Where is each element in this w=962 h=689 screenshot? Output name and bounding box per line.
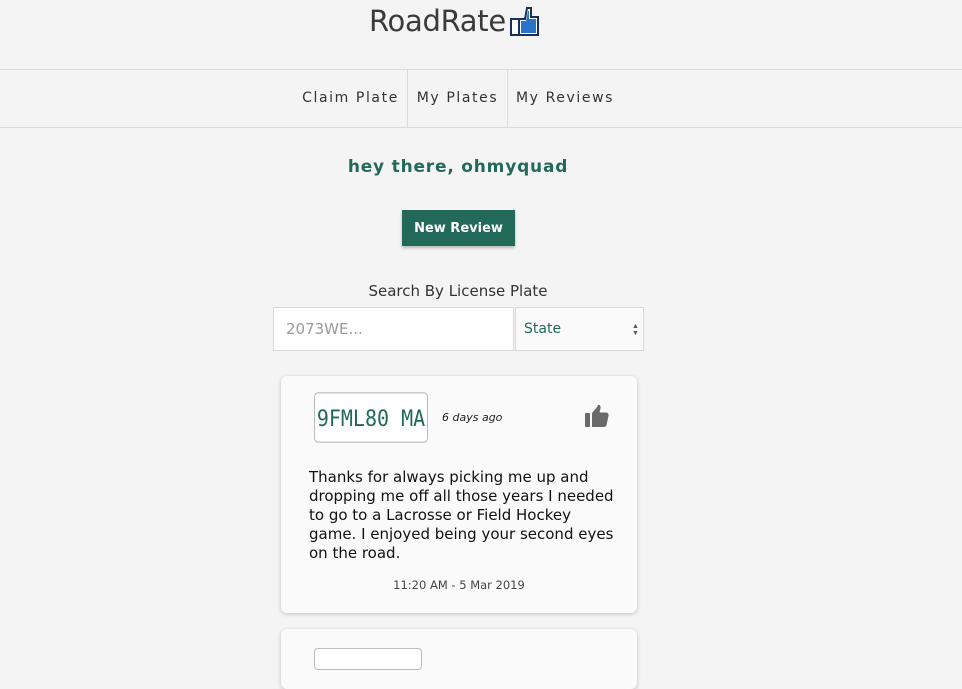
- review-text: Thanks for always picking me up and drop…: [309, 468, 614, 562]
- logo[interactable]: RoadRate: [369, 4, 541, 38]
- search-label: Search By License Plate: [368, 282, 548, 300]
- greeting-text: hey there, ohmyquad: [347, 157, 569, 177]
- review-card: [281, 629, 637, 689]
- review-time-ago: 6 days ago: [442, 411, 503, 424]
- new-review-button[interactable]: New Review: [402, 210, 515, 246]
- plate-search-input[interactable]: [273, 307, 514, 351]
- select-arrows-icon: ▲ ▼: [632, 323, 639, 337]
- nav-my-plates[interactable]: My Plates: [408, 70, 507, 127]
- main-nav: Claim Plate My Plates My Reviews: [0, 70, 962, 128]
- thumbs-up-logo-icon: [509, 7, 539, 36]
- site-header: RoadRate: [0, 0, 962, 70]
- state-select[interactable]: State ▲ ▼: [515, 307, 644, 351]
- nav-my-reviews[interactable]: My Reviews: [508, 70, 622, 127]
- review-card: 9FML80 MA 6 days ago Thanks for always p…: [281, 376, 637, 613]
- license-plate[interactable]: [314, 648, 422, 670]
- thumbs-up-icon[interactable]: [584, 404, 610, 428]
- review-timestamp: 11:20 AM - 5 Mar 2019: [393, 578, 525, 592]
- logo-text: RoadRate: [369, 4, 506, 38]
- nav-claim-plate[interactable]: Claim Plate: [294, 70, 407, 127]
- state-select-value: State: [524, 321, 562, 337]
- license-plate[interactable]: 9FML80 MA: [314, 392, 428, 443]
